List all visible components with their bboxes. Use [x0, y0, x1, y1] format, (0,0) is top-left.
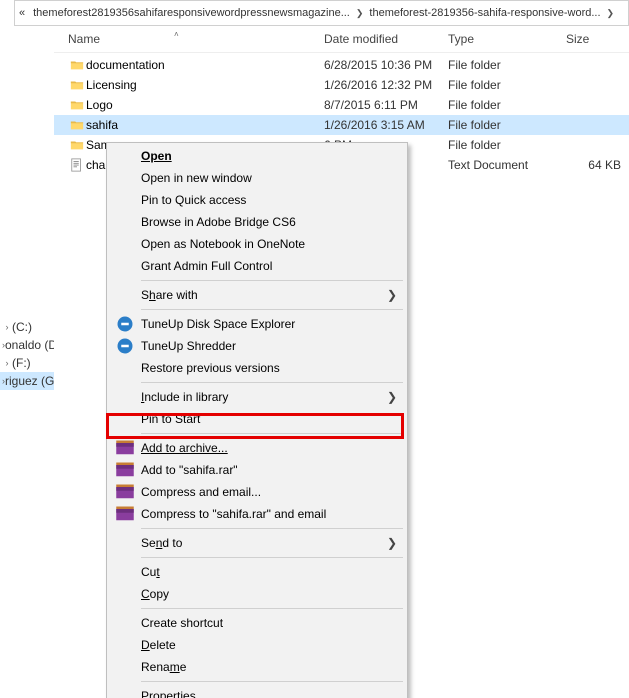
column-headers: Name ˄ Date modified Type Size — [54, 26, 629, 53]
menu-separator — [141, 557, 403, 558]
menu-delete[interactable]: Delete — [109, 634, 405, 656]
winrar-icon — [115, 461, 135, 479]
file-date: 8/7/2015 6:11 PM — [324, 98, 448, 112]
tree-item-label: (C:) — [12, 318, 32, 336]
tree-item-label: onaldo (D — [5, 336, 54, 354]
submenu-arrow-icon: ❯ — [387, 390, 397, 404]
chevron-right-icon[interactable]: ❯ — [605, 8, 617, 19]
tuneup-icon — [115, 337, 135, 355]
menu-compress-email[interactable]: Compress and email... — [109, 481, 405, 503]
tree-item-d[interactable]: ›onaldo (D — [0, 336, 54, 354]
tree-item-g[interactable]: ›riguez (G — [0, 372, 54, 390]
address-bar[interactable]: « themeforest2819356sahifaresponsiveword… — [14, 0, 629, 26]
menu-separator — [141, 608, 403, 609]
file-type: File folder — [448, 138, 566, 152]
menu-separator — [141, 681, 403, 682]
file-type: File folder — [448, 78, 566, 92]
menu-copy[interactable]: Copy — [109, 583, 405, 605]
breadcrumb-seg-1[interactable]: themeforest2819356sahifaresponsivewordpr… — [29, 1, 354, 25]
tree-pane: ›(C:) ›onaldo (D ›(F:) ›riguez (G — [0, 54, 54, 698]
file-type: File folder — [448, 118, 566, 132]
folder-icon — [68, 117, 86, 133]
menu-grant-admin[interactable]: Grant Admin Full Control — [109, 255, 405, 277]
menu-open-new-window[interactable]: Open in new window — [109, 167, 405, 189]
folder-icon — [68, 77, 86, 93]
file-date: 6/28/2015 10:36 PM — [324, 58, 448, 72]
menu-share-with[interactable]: Share with❯ — [109, 284, 405, 306]
winrar-icon — [115, 505, 135, 523]
submenu-arrow-icon: ❯ — [387, 288, 397, 302]
text-file-icon — [68, 157, 86, 173]
file-name: Logo — [86, 98, 113, 112]
menu-separator — [141, 528, 403, 529]
menu-browse-bridge[interactable]: Browse in Adobe Bridge CS6 — [109, 211, 405, 233]
menu-separator — [141, 433, 403, 434]
column-date[interactable]: Date modified — [324, 32, 448, 46]
menu-add-sahifa[interactable]: Add to "sahifa.rar" — [109, 459, 405, 481]
column-size[interactable]: Size — [566, 32, 629, 46]
chevron-right-icon[interactable]: ❯ — [354, 8, 366, 19]
file-date: 1/26/2016 12:32 PM — [324, 78, 448, 92]
tree-item-label: (F:) — [12, 354, 31, 372]
menu-compress-sahifa-email[interactable]: Compress to "sahifa.rar" and email — [109, 503, 405, 525]
folder-icon — [68, 57, 86, 73]
menu-separator — [141, 309, 403, 310]
menu-include-library[interactable]: Include in library❯ — [109, 386, 405, 408]
file-size: 64 KB — [566, 158, 629, 172]
breadcrumb-seg-2[interactable]: themeforest-2819356-sahifa-responsive-wo… — [365, 1, 604, 25]
table-row[interactable]: Licensing 1/26/2016 12:32 PMFile folder — [54, 75, 629, 95]
column-type[interactable]: Type — [448, 32, 566, 46]
file-type: Text Document — [448, 158, 566, 172]
file-name: Licensing — [86, 78, 137, 92]
tree-item-label: riguez (G — [5, 372, 54, 390]
tuneup-icon — [115, 315, 135, 333]
column-label: Name — [68, 32, 100, 46]
folder-icon — [68, 97, 86, 113]
menu-restore-previous[interactable]: Restore previous versions — [109, 357, 405, 379]
file-name: cha — [86, 158, 105, 172]
table-row[interactable]: documentation 6/28/2015 10:36 PMFile fold… — [54, 55, 629, 75]
menu-tuneup-shredder[interactable]: TuneUp Shredder — [109, 335, 405, 357]
context-menu: Open Open in new window Pin to Quick acc… — [106, 142, 408, 698]
folder-icon — [68, 137, 86, 153]
menu-separator — [141, 280, 403, 281]
file-date: 1/26/2016 3:15 AM — [324, 118, 448, 132]
menu-tuneup-dse[interactable]: TuneUp Disk Space Explorer — [109, 313, 405, 335]
menu-add-archive[interactable]: Add to archive... — [109, 437, 405, 459]
menu-pin-quick-access[interactable]: Pin to Quick access — [109, 189, 405, 211]
tree-item-c[interactable]: ›(C:) — [0, 318, 54, 336]
sort-indicator-icon: ˄ — [174, 30, 179, 39]
menu-open-onenote[interactable]: Open as Notebook in OneNote — [109, 233, 405, 255]
menu-rename[interactable]: Rename — [109, 656, 405, 678]
menu-properties[interactable]: Properties — [109, 685, 405, 698]
winrar-icon — [115, 439, 135, 457]
menu-open[interactable]: Open — [109, 145, 405, 167]
menu-pin-start[interactable]: Pin to Start — [109, 408, 405, 430]
column-name[interactable]: Name ˄ — [54, 32, 324, 46]
menu-send-to[interactable]: Send to❯ — [109, 532, 405, 554]
file-name: sahifa — [86, 118, 118, 132]
menu-cut[interactable]: Cut — [109, 561, 405, 583]
submenu-arrow-icon: ❯ — [387, 536, 397, 550]
menu-separator — [141, 382, 403, 383]
winrar-icon — [115, 483, 135, 501]
file-type: File folder — [448, 58, 566, 72]
table-row[interactable]: sahifa 1/26/2016 3:15 AMFile folder — [54, 115, 629, 135]
tree-item-f[interactable]: ›(F:) — [0, 354, 54, 372]
menu-create-shortcut[interactable]: Create shortcut — [109, 612, 405, 634]
file-name: documentation — [86, 58, 165, 72]
breadcrumb-prefix[interactable]: « — [15, 1, 29, 25]
file-type: File folder — [448, 98, 566, 112]
table-row[interactable]: Logo 8/7/2015 6:11 PMFile folder — [54, 95, 629, 115]
